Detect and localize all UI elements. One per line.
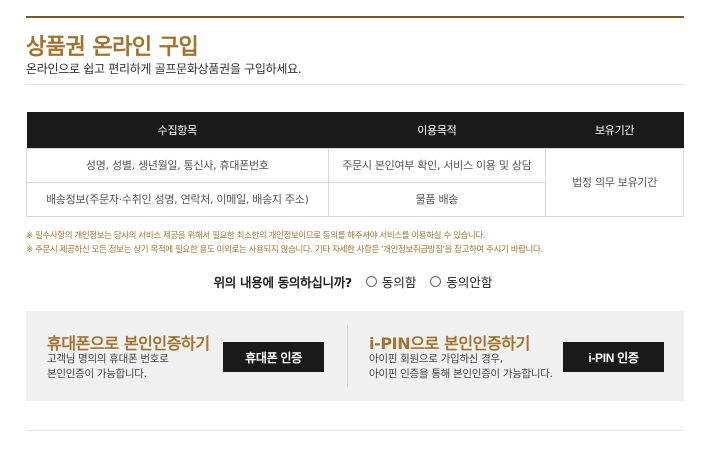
radio-circle-icon[interactable]	[365, 276, 377, 287]
note-required: ※ 필수사항의 개인정보는 당사의 서비스 제공을 위해서 필요한 최소한의 개…	[26, 231, 486, 241]
privacy-notes: ※ 필수사항의 개인정보는 당사의 서비스 제공을 위해서 필요한 최소한의 개…	[26, 229, 543, 257]
footer-divider	[26, 430, 684, 431]
ipin-verify-button[interactable]: i-PIN 인증	[563, 342, 664, 372]
disagree-radio[interactable]: 동의안함	[430, 272, 492, 291]
consent-row: 위의 내용에 동의하십니까? 동의함 동의안함	[0, 272, 720, 291]
phone-verify-title: 휴대폰으로 본인인증하기	[47, 334, 210, 353]
verification-panel: 휴대폰으로 본인인증하기 고객님 명의의 휴대폰 번호로 본인인증이 가능합니다…	[26, 311, 684, 401]
page-title: 상품권 온라인 구입	[26, 35, 199, 60]
ipin-verify-desc-line2: 아이핀 인증을 통해 본인인증이 가능합니다.	[369, 368, 553, 380]
phone-verify-button[interactable]: 휴대폰 인증	[223, 342, 324, 372]
table-cell-item: 성명, 성별, 생년월일, 통신사, 휴대폰번호	[26, 147, 329, 183]
ipin-verify-title: i-PIN으로 본인인증하기	[369, 334, 530, 353]
table-cell-retention: 법정 의무 보유기간	[545, 147, 684, 217]
panel-divider	[347, 325, 348, 387]
privacy-terms-table: 수집항목 이용목적 보유기간 성명, 성별, 생년월일, 통신사, 휴대폰번호 …	[26, 112, 684, 217]
page-subtitle: 온라인으로 쉽고 편리하게 골프문화상품권을 구입하세요.	[26, 62, 302, 76]
column-header-purpose: 이용목적	[328, 112, 546, 148]
table-cell-item: 배송정보(주문자·수취인 성명, 연락처, 이메일, 배송지 주소)	[26, 181, 329, 217]
agree-radio[interactable]: 동의함	[365, 272, 417, 291]
column-header-items: 수집항목	[26, 112, 329, 148]
header-divider	[26, 84, 684, 85]
table-header-row: 수집항목 이용목적 보유기간	[26, 112, 684, 148]
phone-verify-desc-line1: 고객님 명의의 휴대폰 번호로	[47, 353, 169, 365]
ipin-verify-desc: 아이핀 회원으로 가입하신 경우, 아이핀 인증을 통해 본인인증이 가능합니다…	[369, 352, 553, 382]
phone-verify-desc-line2: 본인인증이 가능합니다.	[47, 368, 147, 380]
ipin-verify-desc-line1: 아이핀 회원으로 가입하신 경우,	[369, 353, 503, 365]
consent-question: 위의 내용에 동의하십니까?	[213, 275, 353, 290]
radio-circle-icon[interactable]	[430, 276, 442, 287]
table-cell-purpose: 주문시 본인여부 확인, 서비스 이용 및 상담	[327, 147, 547, 183]
table-row: 성명, 성별, 생년월일, 통신사, 휴대폰번호 주문시 본인여부 확인, 서비…	[26, 147, 684, 217]
disagree-label: 동의안함	[446, 275, 493, 290]
note-usage: ※ 주문시 제공하신 모든 정보는 상기 목적에 필요한 용도 이외로는 사용되…	[26, 245, 543, 255]
table-cell-purpose: 물품 배송	[327, 181, 547, 217]
phone-verify-desc: 고객님 명의의 휴대폰 번호로 본인인증이 가능합니다.	[47, 352, 169, 382]
agree-label: 동의함	[381, 275, 417, 290]
column-header-retention: 보유기간	[545, 112, 684, 148]
top-divider	[26, 16, 684, 18]
